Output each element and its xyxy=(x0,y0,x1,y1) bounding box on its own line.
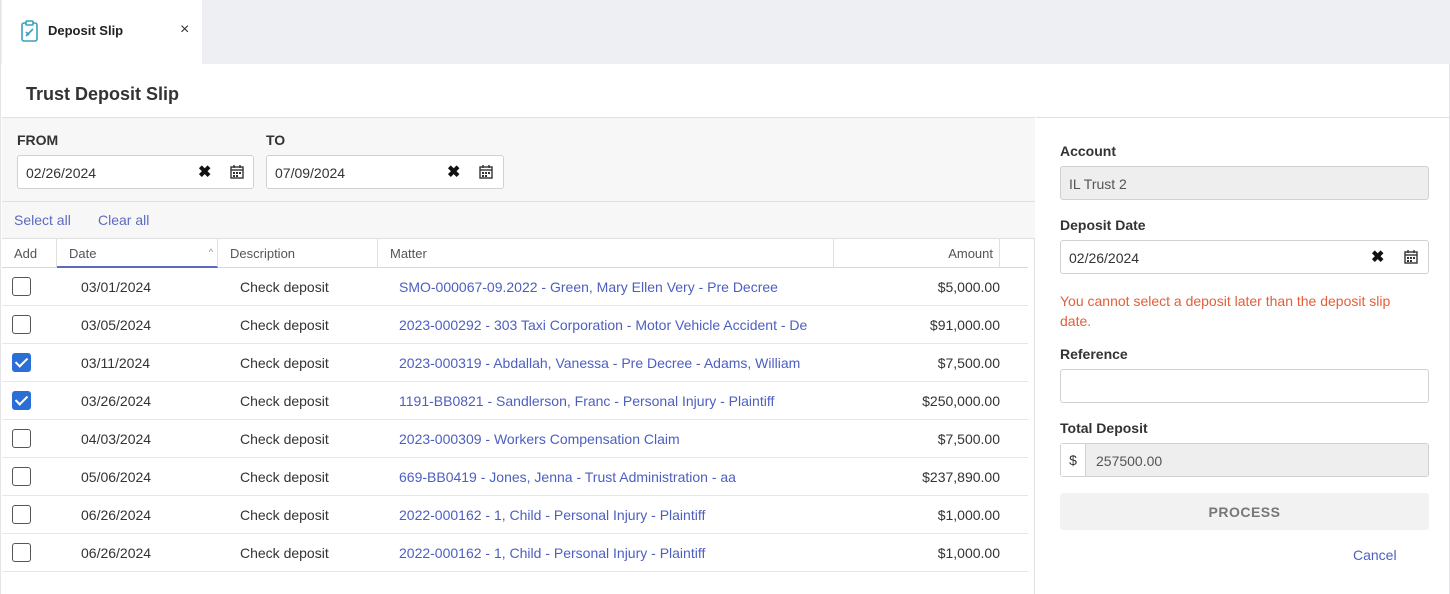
table-row: 03/26/2024 Check deposit 1191-BB0821 - San… xyxy=(2,382,1028,420)
row-amount: $7,500.00 xyxy=(937,355,1000,371)
deposit-date-error: You cannot select a deposit later than t… xyxy=(1060,293,1391,329)
table-row: 03/05/2024 Check deposit 2023-000292 - 303… xyxy=(2,306,1028,344)
row-description: Check deposit xyxy=(240,431,329,447)
row-date: 05/06/2024 xyxy=(81,469,152,485)
column-header-matter[interactable]: Matter xyxy=(378,239,834,268)
add-checkbox[interactable] xyxy=(12,543,31,562)
currency-symbol: $ xyxy=(1061,444,1086,476)
calendar-icon[interactable] xyxy=(230,165,244,179)
row-description: Check deposit xyxy=(240,355,329,371)
row-amount: $250,000.00 xyxy=(922,393,1000,409)
deposit-date-value: 02/26/2024 xyxy=(1069,250,1140,266)
to-date-value: 07/09/2024 xyxy=(275,165,346,181)
table-row: 03/11/2024 Check deposit 2023-000319 - Abd… xyxy=(2,344,1028,382)
row-matter-link[interactable]: 1191-BB0821 - Sandlerson, Franc - Person… xyxy=(399,393,841,409)
deposit-list-panel: FROM 02/26/2024 ✖ TO 07/09/2024 ✖ Select… xyxy=(2,117,1035,594)
total-deposit-label: Total Deposit xyxy=(1060,420,1148,436)
row-matter-link[interactable]: 2023-000309 - Workers Compensation Claim xyxy=(399,431,841,447)
clear-deposit-date-icon[interactable]: ✖ xyxy=(1371,247,1384,267)
row-matter-link[interactable]: 2023-000319 - Abdallah, Vanessa - Pre De… xyxy=(399,355,841,371)
tab-deposit-slip[interactable]: Deposit Slip × xyxy=(2,0,202,64)
column-header-description[interactable]: Description xyxy=(218,239,378,268)
add-checkbox[interactable] xyxy=(12,315,31,334)
account-value: IL Trust 2 xyxy=(1069,176,1127,192)
column-header-date[interactable]: Date ^ xyxy=(57,239,218,268)
add-checkbox[interactable] xyxy=(12,391,31,410)
tab-label: Deposit Slip xyxy=(48,23,124,38)
row-matter-link[interactable]: 2022-000162 - 1, Child - Personal Injury… xyxy=(399,507,841,523)
add-checkbox[interactable] xyxy=(12,429,31,448)
row-amount: $7,500.00 xyxy=(937,431,1000,447)
row-description: Check deposit xyxy=(240,545,329,561)
row-amount: $237,890.00 xyxy=(922,469,1000,485)
row-date: 06/26/2024 xyxy=(81,545,152,561)
row-date: 03/01/2024 xyxy=(81,279,152,295)
select-all-link[interactable]: Select all xyxy=(14,212,71,228)
clear-all-link[interactable]: Clear all xyxy=(98,212,149,228)
close-icon[interactable]: × xyxy=(180,21,189,39)
to-label: TO xyxy=(266,132,286,148)
column-header-add: Add xyxy=(2,239,57,268)
deposit-form-panel: Account IL Trust 2 Deposit Date 02/26/20… xyxy=(1036,117,1450,594)
row-amount: $1,000.00 xyxy=(937,545,1000,561)
from-date-input[interactable]: 02/26/2024 ✖ xyxy=(17,155,254,189)
add-checkbox[interactable] xyxy=(12,505,31,524)
row-amount: $5,000.00 xyxy=(937,279,1000,295)
total-deposit-field: $ 257500.00 xyxy=(1060,443,1429,477)
sort-ascending-icon: ^ xyxy=(208,247,213,257)
row-description: Check deposit xyxy=(240,279,329,295)
from-date-value: 02/26/2024 xyxy=(26,165,97,181)
clear-to-icon[interactable]: ✖ xyxy=(447,162,460,182)
row-date: 03/26/2024 xyxy=(81,393,152,409)
add-checkbox[interactable] xyxy=(12,277,31,296)
table-row: 04/03/2024 Check deposit 2023-000309 - Wor… xyxy=(2,420,1028,458)
row-matter-link[interactable]: 2023-000292 - 303 Taxi Corporation - Mot… xyxy=(399,317,841,333)
table-row: 06/26/2024 Check deposit 2022-000162 - 1, … xyxy=(2,496,1028,534)
column-header-amount[interactable]: Amount xyxy=(834,239,1000,268)
date-filter: FROM 02/26/2024 ✖ TO 07/09/2024 ✖ xyxy=(2,118,1035,202)
table-row: 06/26/2024 Check deposit 2022-000162 - 1, … xyxy=(2,534,1028,572)
reference-label: Reference xyxy=(1060,346,1128,362)
reference-input[interactable] xyxy=(1060,369,1429,403)
total-deposit-value: 257500.00 xyxy=(1096,453,1163,469)
tab-bar: Deposit Slip × xyxy=(0,0,1450,64)
deposit-date-label: Deposit Date xyxy=(1060,217,1146,233)
cancel-link[interactable]: Cancel xyxy=(1353,547,1397,563)
account-label: Account xyxy=(1060,143,1116,159)
row-description: Check deposit xyxy=(240,317,329,333)
row-description: Check deposit xyxy=(240,393,329,409)
row-matter-link[interactable]: 2022-000162 - 1, Child - Personal Injury… xyxy=(399,545,841,561)
row-date: 03/05/2024 xyxy=(81,317,152,333)
add-checkbox[interactable] xyxy=(12,467,31,486)
to-date-input[interactable]: 07/09/2024 ✖ xyxy=(266,155,504,189)
add-checkbox[interactable] xyxy=(12,353,31,372)
row-date: 04/03/2024 xyxy=(81,431,152,447)
calendar-icon[interactable] xyxy=(479,165,493,179)
row-date: 03/11/2024 xyxy=(81,355,151,371)
row-matter-link[interactable]: SMO-000067-09.2022 - Green, Mary Ellen V… xyxy=(399,279,841,295)
table-row: 05/06/2024 Check deposit 669-BB0419 - Jone… xyxy=(2,458,1028,496)
row-description: Check deposit xyxy=(240,507,329,523)
row-amount: $1,000.00 xyxy=(937,507,1000,523)
row-date: 06/26/2024 xyxy=(81,507,152,523)
page: Trust Deposit Slip FROM 02/26/2024 ✖ TO … xyxy=(0,64,1450,594)
process-button[interactable]: PROCESS xyxy=(1060,493,1429,530)
deposit-date-input[interactable]: 02/26/2024 ✖ xyxy=(1060,240,1429,274)
clipboard-icon xyxy=(21,20,38,42)
from-label: FROM xyxy=(17,132,59,148)
account-field: IL Trust 2 xyxy=(1060,166,1429,200)
column-header-date-label: Date xyxy=(69,246,97,261)
page-title: Trust Deposit Slip xyxy=(26,84,180,104)
calendar-icon[interactable] xyxy=(1404,250,1418,264)
selection-links: Select all Clear all xyxy=(2,202,1035,239)
row-amount: $91,000.00 xyxy=(929,317,1000,333)
table-header: Add Date ^ Description Matter Amount xyxy=(2,239,1028,268)
clear-from-icon[interactable]: ✖ xyxy=(198,162,211,182)
table-row: 03/01/2024 Check deposit SMO-000067-09.202… xyxy=(2,268,1028,306)
row-description: Check deposit xyxy=(240,469,329,485)
row-matter-link[interactable]: 669-BB0419 - Jones, Jenna - Trust Admini… xyxy=(399,469,841,485)
